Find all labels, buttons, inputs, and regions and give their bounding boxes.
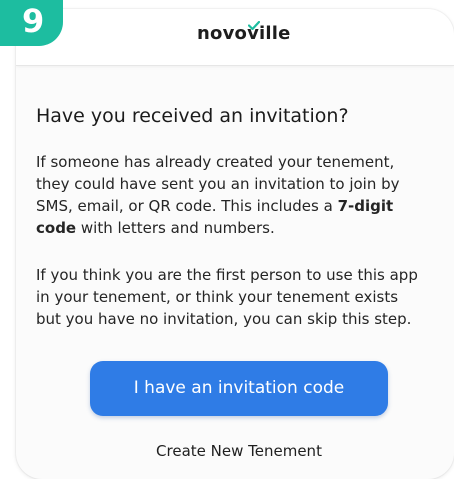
invitation-description: If someone has already created your tene…: [36, 151, 444, 239]
logo-prefix: novo: [197, 23, 248, 44]
novoville-logo: novo ville: [197, 21, 291, 44]
page-title: Have you received an invitation?: [36, 105, 349, 127]
card-header: novo ville: [16, 9, 454, 66]
checkmark-icon: [248, 21, 261, 30]
invitation-description-tail: with letters and numbers.: [76, 219, 275, 237]
invitation-code-button[interactable]: I have an invitation code: [90, 361, 388, 416]
screen: 9 novo ville Have you received an invitat…: [0, 0, 454, 479]
create-new-tenement-button[interactable]: Create New Tenement: [90, 440, 388, 462]
step-badge: 9: [0, 0, 63, 46]
logo-suffix: ille: [259, 23, 291, 44]
logo-v: v: [247, 21, 261, 44]
skip-description: If you think you are the first person to…: [36, 266, 418, 328]
step-number: 9: [22, 2, 45, 40]
